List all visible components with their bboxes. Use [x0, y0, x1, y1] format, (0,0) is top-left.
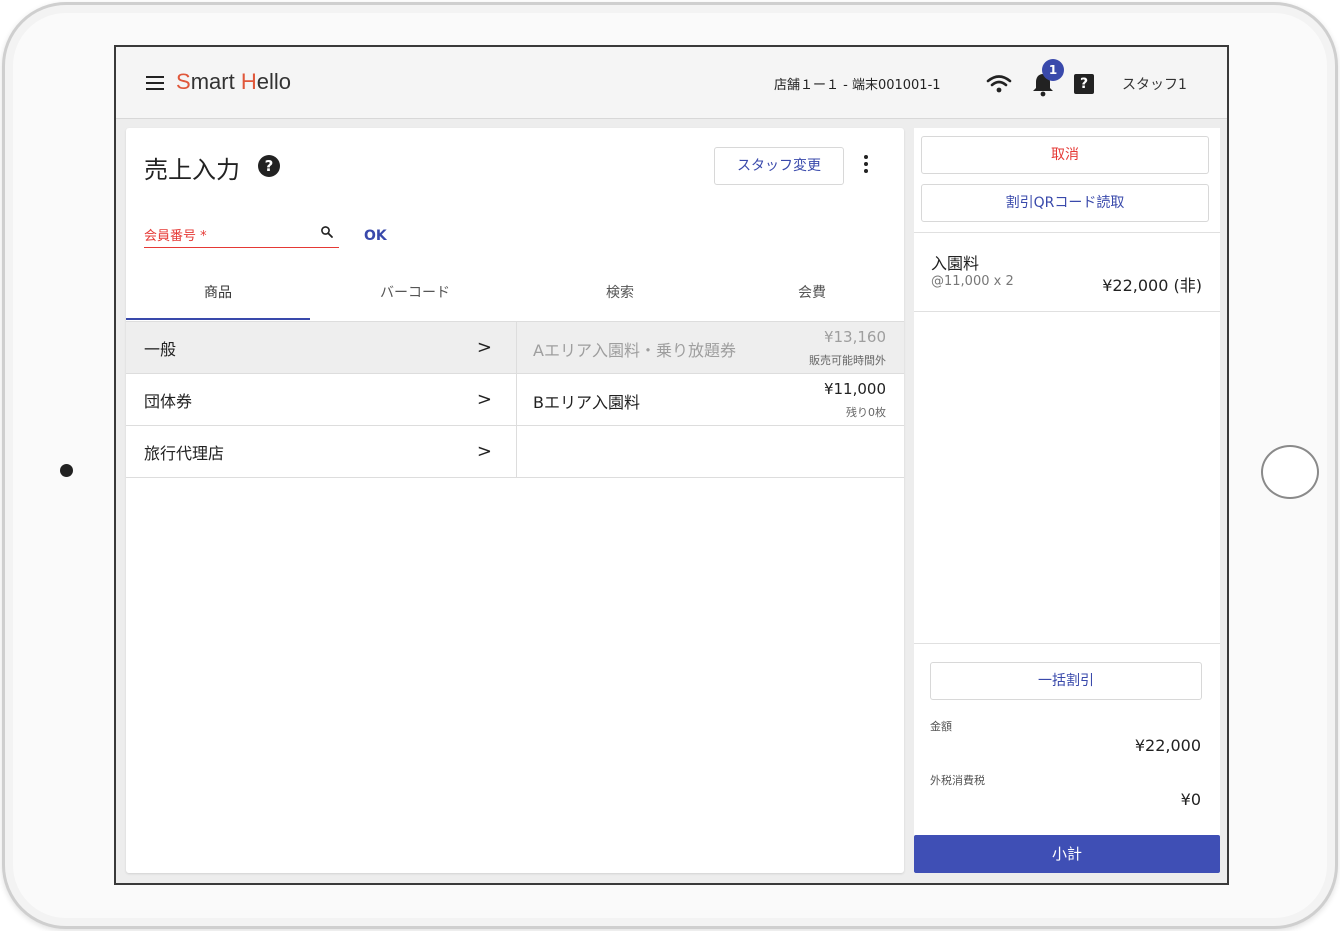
tab-membership-fee[interactable]: 会費: [720, 270, 904, 320]
app-logo: Smart Hello: [176, 69, 291, 94]
tax-value: ¥0: [1180, 790, 1201, 809]
tax-label: 外税消費税: [930, 774, 985, 787]
empty-product-slot: [517, 426, 904, 478]
wifi-icon: [986, 75, 1012, 93]
category-item-general[interactable]: 一般 >: [126, 322, 516, 374]
divider: [914, 232, 1220, 233]
chevron-right-icon: >: [476, 389, 492, 410]
app-screen: Smart Hello 店舗１ー１ - 端末001001-1 1 ? スタッフ1…: [114, 45, 1229, 885]
product-price: ¥13,160: [823, 328, 886, 346]
cart-item-name: 入園料: [931, 254, 980, 273]
camera-dot: [60, 464, 73, 477]
sales-entry-panel: 売上入力 ? スタッフ変更 会員番号 * OK 商品 バーコード 検索 会費 一…: [126, 128, 904, 873]
chevron-right-icon: >: [476, 337, 492, 358]
tab-search[interactable]: 検索: [520, 270, 720, 320]
home-button[interactable]: [1261, 445, 1319, 499]
product-stock-note: 残り0枚: [846, 406, 886, 419]
category-label: 旅行代理店: [144, 443, 225, 463]
product-list: Aエリア入園料・乗り放題券 ¥13,160 販売可能時間外 Bエリア入園料 ¥1…: [516, 321, 904, 478]
product-name: Bエリア入園料: [533, 393, 640, 412]
hamburger-menu-icon[interactable]: [146, 76, 164, 90]
divider: [914, 643, 1220, 644]
amount-value: ¥22,000: [1134, 736, 1201, 755]
bulk-discount-button[interactable]: 一括割引: [930, 662, 1202, 700]
page-title: 売上入力: [144, 156, 240, 184]
product-availability-note: 販売可能時間外: [809, 354, 886, 367]
more-vertical-icon[interactable]: [862, 155, 870, 177]
category-label: 団体券: [144, 391, 193, 411]
question-circle-icon[interactable]: ?: [258, 155, 280, 177]
amount-label: 金額: [930, 720, 952, 733]
cancel-button[interactable]: 取消: [921, 136, 1209, 174]
member-number-label: 会員番号 *: [144, 229, 207, 244]
ok-button[interactable]: OK: [364, 228, 387, 244]
category-item-group-ticket[interactable]: 団体券 >: [126, 374, 516, 426]
category-label: 一般: [144, 339, 177, 359]
category-list: 一般 > 団体券 > 旅行代理店 >: [126, 321, 516, 478]
staff-change-button[interactable]: スタッフ変更: [714, 147, 844, 185]
member-number-field[interactable]: 会員番号 *: [144, 220, 339, 248]
product-tabs: 商品 バーコード 検索 会費: [126, 270, 904, 320]
tab-barcode[interactable]: バーコード: [310, 270, 520, 320]
product-name: Aエリア入園料・乗り放題券: [533, 341, 736, 360]
product-item[interactable]: Bエリア入園料 ¥11,000 残り0枚: [517, 374, 904, 426]
category-item-travel-agency[interactable]: 旅行代理店 >: [126, 426, 516, 478]
cart-item-unit-qty: @11,000 x 2: [931, 274, 1014, 289]
product-price: ¥11,000: [823, 380, 886, 398]
staff-name[interactable]: スタッフ1: [1122, 74, 1187, 94]
cart-panel: 取消 割引QRコード読取 入園料 @11,000 x 2 ¥22,000 (非)…: [914, 128, 1220, 873]
subtotal-button[interactable]: 小計: [914, 835, 1220, 873]
store-terminal-label: 店舗１ー１ - 端末001001-1: [774, 78, 941, 93]
tab-products[interactable]: 商品: [126, 270, 310, 320]
help-box-icon[interactable]: ?: [1074, 74, 1094, 94]
cart-item-total: ¥22,000 (非): [1102, 276, 1202, 295]
notification-count-badge: 1: [1042, 59, 1064, 81]
product-item: Aエリア入園料・乗り放題券 ¥13,160 販売可能時間外: [517, 322, 904, 374]
discount-qr-scan-button[interactable]: 割引QRコード読取: [921, 184, 1209, 222]
search-icon[interactable]: [320, 225, 334, 239]
chevron-right-icon: >: [476, 441, 492, 462]
divider: [914, 311, 1220, 312]
app-bar: Smart Hello 店舗１ー１ - 端末001001-1 1 ? スタッフ1: [116, 47, 1227, 119]
